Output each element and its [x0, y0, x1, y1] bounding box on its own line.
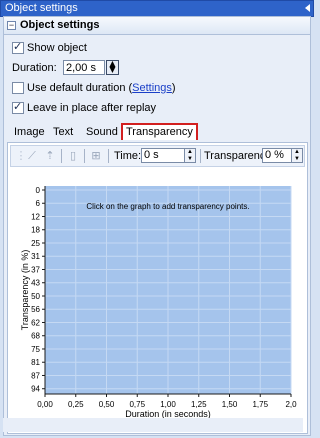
x-tick-label: 0,25: [68, 400, 84, 409]
y-tick-label: 12: [31, 212, 40, 221]
toolbar-separator: [200, 149, 201, 163]
duration-label: Duration:: [12, 62, 57, 74]
transparency-toolbar: ⋮ ⟋ ⇡ ▯ ⊞ Time: 0 s ▲ ▼ Transparency: 0 %…: [10, 145, 305, 167]
transparency-chart[interactable]: 0 6 12 18 25 31 37 43 50 56 62 68 75 81 87 94 0,00 0,25 0,…: [8, 167, 307, 433]
y-tick-label: 68: [31, 332, 40, 341]
leave-in-place-label: Leave in place after replay: [27, 102, 157, 114]
duration-input[interactable]: 2,00 s: [63, 60, 105, 75]
object-settings-panel: Object settings − Object settings Show o…: [0, 0, 314, 438]
transparency-chart-svg[interactable]: 0 6 12 18 25 31 37 43 50 56 62 68 75 81 87 94 0,00 0,25 0,…: [8, 167, 307, 433]
x-tick-label: 0,00: [37, 400, 53, 409]
grid-icon[interactable]: ⊞: [89, 149, 103, 162]
x-tick-label: 0,50: [99, 400, 115, 409]
time-stepper-icon[interactable]: ▲ ▼: [184, 148, 196, 163]
y-tick-label: 0: [36, 186, 41, 195]
collapse-arrow-icon[interactable]: [305, 4, 310, 12]
tab-transparency[interactable]: Transparency: [121, 123, 198, 140]
toolbar-separator: [61, 149, 62, 163]
settings-link[interactable]: Settings: [132, 82, 172, 94]
y-tick-label: 94: [31, 385, 40, 394]
show-object-checkbox[interactable]: [12, 40, 24, 55]
y-tick-label: 18: [31, 226, 40, 235]
leave-in-place-checkbox[interactable]: [12, 100, 24, 115]
y-tick-label: 50: [31, 292, 40, 301]
x-tick-label: 1,50: [222, 400, 238, 409]
y-tick-label: 43: [31, 279, 40, 288]
x-tick-label: 1,25: [191, 400, 207, 409]
toolbar-separator: [84, 149, 85, 163]
transparency-input[interactable]: 0 %: [262, 148, 292, 163]
panel-bottom-strip: [3, 418, 303, 432]
use-default-checkbox[interactable]: [12, 82, 24, 95]
use-default-row[interactable]: Use default duration (Settings): [12, 81, 176, 95]
y-tick-label: 37: [31, 265, 40, 274]
show-object-row[interactable]: Show object: [12, 40, 87, 55]
panel-titlebar: Object settings: [0, 0, 314, 17]
y-tick-label: 62: [31, 318, 40, 327]
toolbar-separator: [108, 149, 109, 163]
time-label: Time:: [114, 150, 142, 162]
section-header[interactable]: − Object settings: [4, 17, 310, 35]
draw-line-icon[interactable]: ⟋: [25, 149, 39, 162]
show-object-label: Show object: [27, 42, 87, 54]
use-default-label: Use default duration (: [27, 82, 133, 94]
y-axis-label: Transparency (in %): [20, 250, 30, 331]
duration-stepper-icon[interactable]: ▲ ▼: [106, 60, 119, 75]
y-tick-label: 6: [36, 199, 41, 208]
tab-text[interactable]: Text: [53, 124, 73, 140]
delete-icon[interactable]: ▯: [66, 149, 80, 162]
x-tick-label: 0,75: [129, 400, 145, 409]
x-tick-label: 1,75: [252, 400, 268, 409]
chart-hint-text: Click on the graph to add transparency p…: [86, 202, 249, 211]
leave-in-place-row[interactable]: Leave in place after replay: [12, 100, 157, 115]
y-tick-label: 75: [31, 345, 40, 354]
transparency-stepper-icon[interactable]: ▲ ▼: [291, 148, 303, 163]
duration-row: Duration: 2,00 s ▲ ▼: [12, 60, 132, 75]
y-tick-label: 87: [31, 371, 40, 380]
y-tick-label: 81: [31, 358, 40, 367]
collapse-minus-icon[interactable]: −: [7, 21, 16, 30]
pointer-icon[interactable]: ⇡: [43, 149, 57, 162]
x-tick-label: 2,0: [285, 400, 297, 409]
panel-content: − Object settings Show object Duration: …: [3, 16, 311, 436]
y-tick-label: 56: [31, 305, 40, 314]
x-tick-label: 1,00: [160, 400, 176, 409]
y-tick-label: 25: [31, 239, 40, 248]
tab-sound[interactable]: Sound: [86, 124, 118, 140]
section-title: Object settings: [20, 19, 100, 31]
transparency-tab-body: ⋮ ⟋ ⇡ ▯ ⊞ Time: 0 s ▲ ▼ Transparency: 0 %…: [7, 142, 308, 434]
use-default-close: ): [171, 82, 176, 94]
y-tick-label: 31: [31, 252, 40, 261]
time-input[interactable]: 0 s: [141, 148, 185, 163]
tab-image[interactable]: Image: [14, 124, 45, 140]
panel-title: Object settings: [5, 2, 78, 14]
